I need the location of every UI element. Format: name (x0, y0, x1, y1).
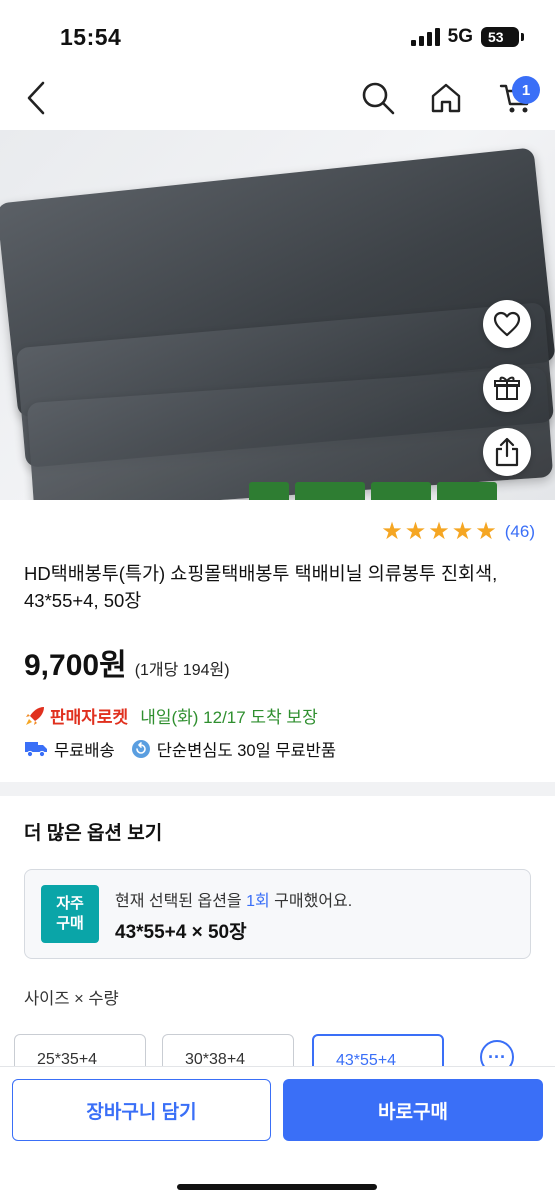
back-button[interactable] (12, 74, 60, 122)
free-shipping-label: 무료배송 (54, 742, 115, 760)
chevron-left-icon (27, 81, 45, 115)
network-label: 5G (447, 26, 473, 47)
gift-button[interactable] (483, 364, 531, 412)
star-icon: ★ (451, 518, 474, 545)
selected-option-card[interactable]: 자주 구매 현재 선택된 옵션을 1회 구매했어요. 43*55+4 × 50장 (24, 869, 531, 959)
return-icon (131, 740, 150, 758)
rocket-label: 판매자로켓 (50, 708, 129, 727)
frequent-purchase-badge: 자주 구매 (41, 885, 99, 943)
status-time: 15:54 (60, 24, 122, 50)
history-suffix: 구매했어요. (269, 893, 353, 910)
shipping-row: 무료배송 단순변심도 30일 무료반품 (24, 737, 336, 761)
star-icon: ★ (404, 518, 427, 545)
review-count[interactable]: (46) (505, 522, 535, 542)
cart-button[interactable]: 1 (492, 74, 540, 122)
more-options-title: 더 많은 옵션 보기 (24, 823, 163, 844)
product-brand-print (245, 478, 555, 500)
status-bar: 15:54 5G 53 (0, 0, 555, 66)
cart-count-badge: 1 (512, 76, 540, 104)
history-prefix: 현재 선택된 옵션을 (115, 893, 247, 910)
star-icon: ★ (475, 518, 497, 545)
product-image[interactable] (0, 130, 555, 500)
home-indicator (177, 1184, 377, 1190)
search-icon (362, 82, 395, 115)
add-to-cart-button[interactable]: 장바구니 담기 (12, 1079, 271, 1141)
heart-icon (493, 311, 521, 337)
free-return-label: 단순변심도 30일 무료반품 (156, 742, 337, 760)
share-button[interactable] (483, 428, 531, 476)
search-button[interactable] (354, 74, 402, 122)
battery-icon: 53 (481, 27, 524, 47)
rating[interactable]: ★ ★ ★ ★ ★ (46) (381, 520, 535, 544)
bottom-action-bar: 장바구니 담기 바로구매 (0, 1066, 555, 1200)
selected-option-value: 43*55+4 × 50장 (115, 922, 247, 943)
purchase-history-text: 현재 선택된 옵션을 1회 구매했어요. (115, 887, 352, 911)
status-indicators: 5G 53 (410, 26, 524, 48)
product-price: 9,700원 (24, 649, 127, 682)
wishlist-button[interactable] (483, 300, 531, 348)
home-button[interactable] (422, 74, 470, 122)
size-quantity-label: 사이즈 × 수량 (24, 990, 119, 1008)
buy-now-button[interactable]: 바로구매 (283, 1079, 543, 1141)
top-nav: 1 (0, 66, 555, 130)
truck-icon (25, 742, 47, 758)
home-icon (431, 83, 461, 113)
signal-icon (410, 28, 440, 46)
rocket-delivery-row: 판매자로켓 내일(화) 12/17 도착 보장 (24, 703, 318, 728)
delivery-date: 내일(화) 12/17 도착 보장 (140, 708, 318, 727)
price-row: 9,700원 (1개당 194원) (24, 640, 230, 684)
history-count: 1회 (246, 893, 270, 910)
badge-line-2: 구매 (56, 915, 84, 932)
unit-price: (1개당 194원) (134, 662, 230, 679)
badge-line-1: 자주 (56, 895, 84, 912)
star-icon: ★ (381, 518, 403, 545)
product-title: HD택배봉투(특가) 쇼핑몰택배봉투 택배비닐 의류봉투 진회색, 43*55+… (24, 563, 498, 611)
share-icon (495, 437, 519, 467)
gift-icon (494, 376, 520, 400)
rocket-icon (26, 706, 44, 725)
section-divider (0, 782, 555, 796)
star-icon: ★ (428, 518, 450, 545)
